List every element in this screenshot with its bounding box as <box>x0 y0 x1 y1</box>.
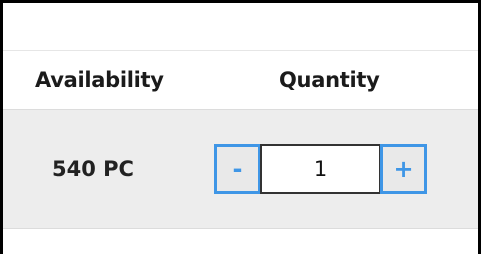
table-bottom-band <box>3 229 478 254</box>
table-header-row: Availability Quantity <box>3 51 478 109</box>
availability-column-header: Availability <box>35 68 164 92</box>
decrement-button[interactable]: - <box>214 144 261 194</box>
table-top-band <box>3 3 478 51</box>
quantity-column-header: Quantity <box>279 68 380 92</box>
table-row: 540 PC - + <box>3 109 478 229</box>
minus-icon: - <box>232 155 243 183</box>
quantity-stepper: - + <box>214 143 427 195</box>
availability-value: 540 PC <box>52 157 134 181</box>
plus-icon: + <box>393 155 414 183</box>
increment-button[interactable]: + <box>380 144 427 194</box>
quantity-input[interactable] <box>260 144 381 194</box>
product-table-frame: Availability Quantity 540 PC - + <box>0 0 481 254</box>
